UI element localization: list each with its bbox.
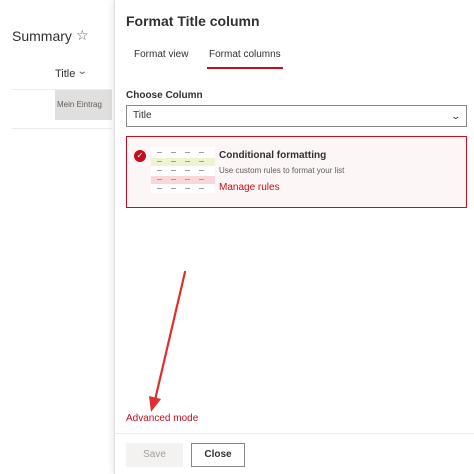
annotation-arrow-icon — [149, 270, 187, 412]
app-root: Summary ☆ Title ⌄ Mein Eintrag Format Ti… — [0, 0, 474, 474]
